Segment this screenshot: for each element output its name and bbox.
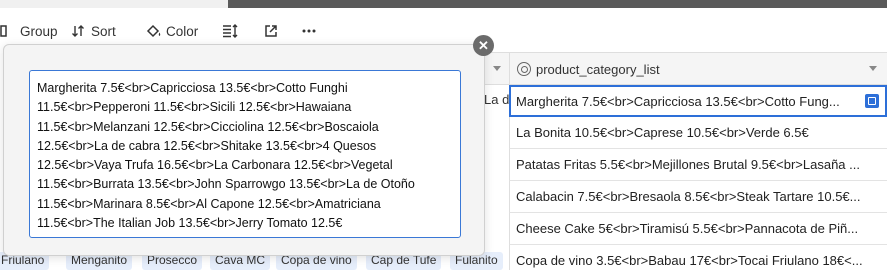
top-strip-light bbox=[0, 0, 228, 8]
table-row[interactable]: Calabacin 7.5€<br>Bresaola 8.5€<br>Steak… bbox=[509, 181, 887, 213]
table-row[interactable]: Copa de vino 3.5€<br>Babau 17€<br>Tocai … bbox=[509, 245, 887, 270]
prev-column-cell-partial: La d bbox=[484, 92, 510, 107]
paint-bucket-icon bbox=[146, 24, 161, 38]
color-label: Color bbox=[166, 23, 199, 39]
sort-button[interactable]: Sort bbox=[71, 20, 116, 42]
group-button[interactable]: Group bbox=[0, 20, 58, 42]
group-label: Group bbox=[20, 23, 58, 39]
sort-label: Sort bbox=[91, 23, 116, 39]
table-row[interactable]: Patatas Fritas 5.5€<br>Mejillones Brutal… bbox=[509, 149, 887, 181]
table-cell[interactable]: Cheese Cake 5€<br>Tiramisú 5.5€<br>Panna… bbox=[516, 221, 874, 236]
share-view-button[interactable] bbox=[264, 20, 278, 42]
external-link-icon bbox=[264, 24, 278, 38]
expand-cell-icon[interactable] bbox=[865, 94, 879, 108]
table-cell[interactable]: Calabacin 7.5€<br>Bresaola 8.5€<br>Steak… bbox=[516, 189, 874, 204]
table-row[interactable]: La Bonita 10.5€<br>Caprese 10.5€<br>Verd… bbox=[509, 117, 887, 149]
group-icon bbox=[0, 24, 14, 38]
more-icon bbox=[301, 24, 316, 38]
column-menu-caret-icon[interactable] bbox=[869, 66, 877, 71]
table-row[interactable]: Cheese Cake 5€<br>Tiramisú 5.5€<br>Panna… bbox=[509, 213, 887, 245]
more-options-button[interactable] bbox=[301, 20, 316, 42]
table-cell[interactable]: Margherita 7.5€<br>Capricciosa 13.5€<br>… bbox=[516, 94, 856, 109]
row-height-icon bbox=[222, 24, 238, 38]
close-popup-button[interactable]: ✕ bbox=[473, 35, 494, 56]
cell-value-textarea[interactable]: Margherita 7.5€<br>Capricciosa 13.5€<br>… bbox=[29, 70, 461, 238]
field-type-icon bbox=[517, 62, 531, 76]
cell-expand-popup: Margherita 7.5€<br>Capricciosa 13.5€<br>… bbox=[3, 44, 485, 256]
table-row[interactable]: Margherita 7.5€<br>Capricciosa 13.5€<br>… bbox=[509, 85, 887, 117]
color-button[interactable]: Color bbox=[146, 20, 198, 42]
close-icon: ✕ bbox=[478, 38, 489, 53]
sort-icon bbox=[71, 24, 85, 38]
table-cell[interactable]: Copa de vino 3.5€<br>Babau 17€<br>Tocai … bbox=[516, 253, 874, 268]
prev-column-caret-icon bbox=[493, 66, 501, 71]
row-height-button[interactable] bbox=[222, 20, 238, 42]
prev-column-header[interactable] bbox=[485, 52, 509, 85]
table-cell[interactable]: La Bonita 10.5€<br>Caprese 10.5€<br>Verd… bbox=[516, 125, 874, 140]
table-cell[interactable]: Patatas Fritas 5.5€<br>Mejillones Brutal… bbox=[516, 157, 874, 172]
column-title: product_category_list bbox=[536, 62, 660, 77]
column-header-product-category-list[interactable]: product_category_list bbox=[509, 52, 887, 85]
window-top-strip bbox=[0, 0, 887, 8]
